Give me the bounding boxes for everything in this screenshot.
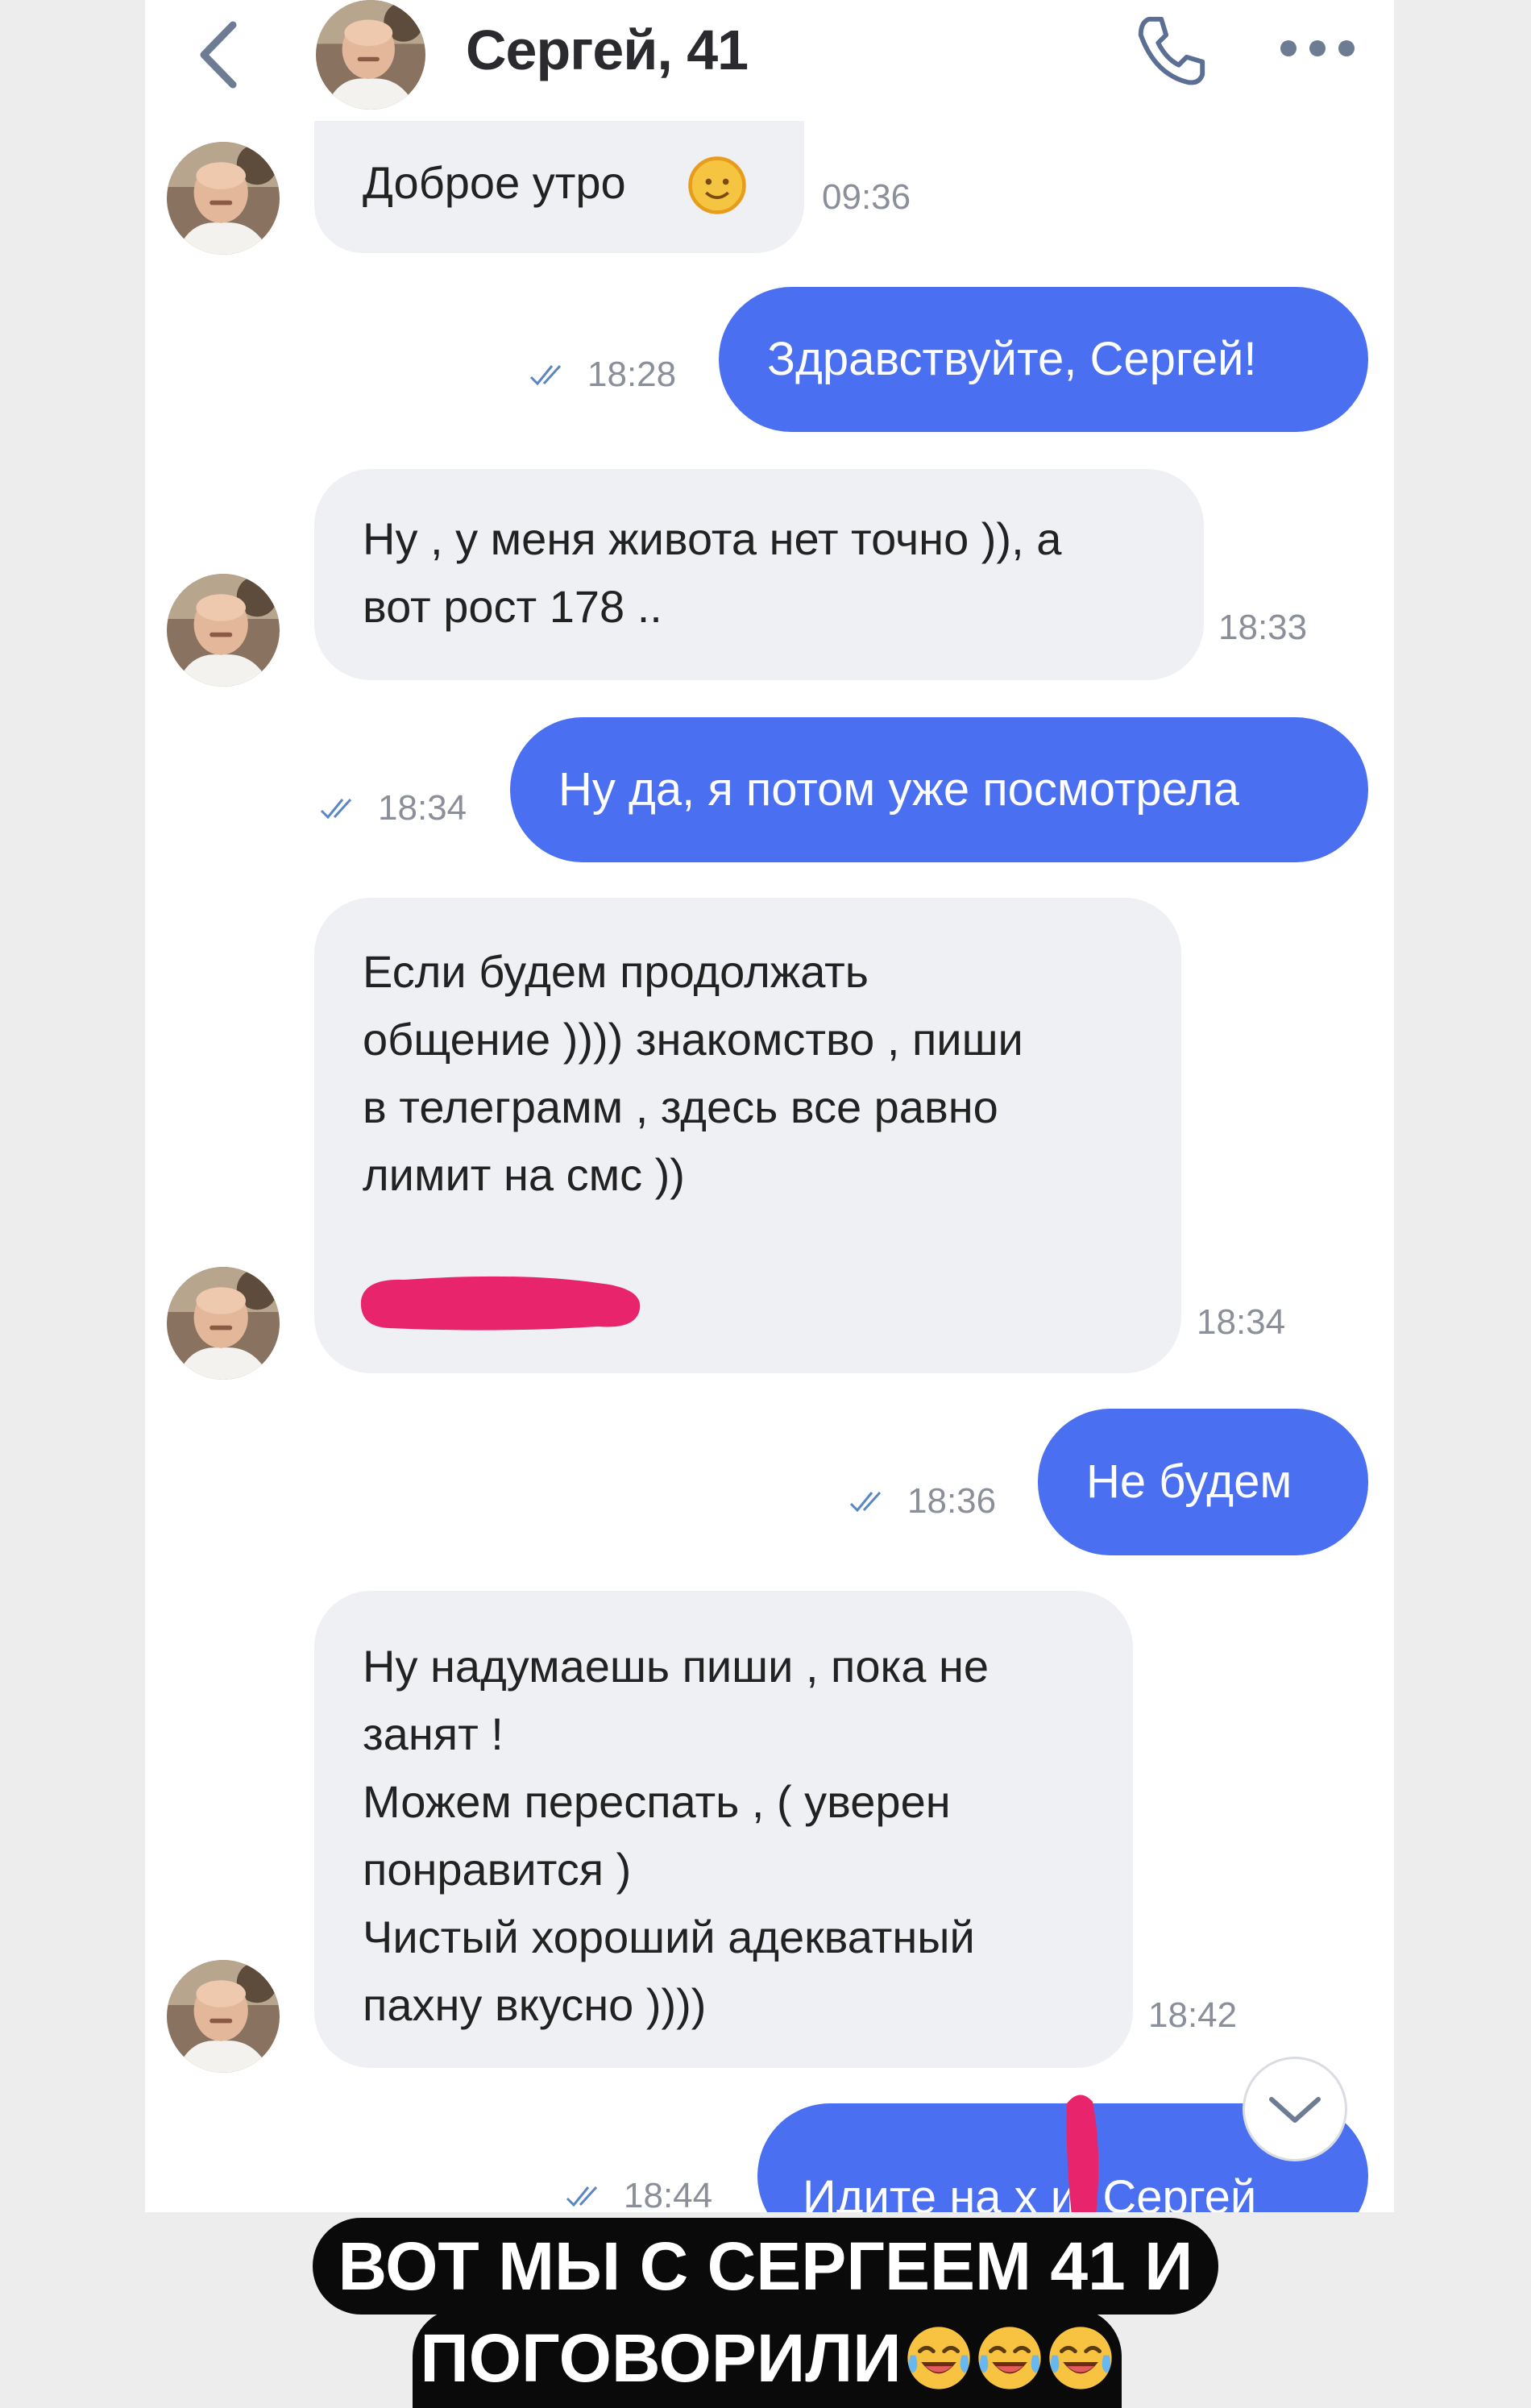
more-horizontal-icon bbox=[1280, 40, 1355, 56]
outgoing-message-bubble[interactable]: Ну да, я потом уже посмотрела bbox=[510, 717, 1368, 862]
more-button[interactable] bbox=[1273, 24, 1362, 73]
message-status: 18:28 bbox=[528, 355, 676, 395]
message-time: 18:44 bbox=[624, 2176, 713, 2212]
tears-of-joy-emoji bbox=[905, 2324, 973, 2392]
redaction-mark bbox=[360, 1276, 641, 1331]
message-time: 18:34 bbox=[1197, 1302, 1286, 1342]
message-text: Ну надумаешь пиши , пока не занят ! Може… bbox=[363, 1641, 990, 2030]
caption-text: ПОГОВОРИЛИ bbox=[420, 2320, 902, 2396]
sender-avatar[interactable] bbox=[167, 1267, 280, 1380]
message-time: 18:28 bbox=[587, 355, 677, 394]
double-check-icon bbox=[528, 363, 576, 387]
sender-avatar[interactable] bbox=[167, 142, 280, 255]
message-text: Если будем продолжать общение )))) знако… bbox=[363, 946, 1023, 1200]
outgoing-message-bubble[interactable]: Не будем bbox=[1038, 1409, 1368, 1555]
tears-of-joy-emoji bbox=[976, 2324, 1043, 2392]
incoming-message-bubble[interactable]: Если будем продолжать общение )))) знако… bbox=[314, 898, 1181, 1373]
message-time: 18:34 bbox=[378, 788, 467, 828]
message-time: 18:36 bbox=[907, 1481, 997, 1521]
sender-avatar[interactable] bbox=[167, 1960, 280, 2073]
incoming-message-bubble[interactable]: Ну надумаешь пиши , пока не занят ! Може… bbox=[314, 1591, 1133, 2068]
contact-name[interactable]: Сергей, 41 bbox=[466, 18, 749, 82]
redaction-mark bbox=[1066, 2095, 1099, 2212]
caption-line-2: ПОГОВОРИЛИ bbox=[413, 2308, 1122, 2408]
scroll-down-button[interactable] bbox=[1243, 2057, 1347, 2161]
message-status: 18:44 bbox=[564, 2176, 712, 2212]
chevron-left-icon bbox=[200, 21, 237, 89]
message-time: 18:42 bbox=[1148, 1995, 1238, 2035]
message-time: 09:36 bbox=[822, 177, 911, 217]
message-text: Не будем bbox=[1086, 1455, 1292, 1508]
incoming-message-bubble[interactable]: Ну , у меня живота нет точно )), а вот р… bbox=[314, 469, 1204, 680]
chevron-down-icon bbox=[1269, 2097, 1321, 2123]
outgoing-message-bubble[interactable]: Здравствуйте, Сергей! bbox=[719, 287, 1368, 432]
sun-face-emoji bbox=[688, 156, 746, 214]
double-check-icon bbox=[318, 796, 367, 820]
contact-avatar[interactable] bbox=[316, 0, 425, 110]
message-text: Ну , у меня живота нет точно )), а вот р… bbox=[363, 513, 1062, 632]
back-button[interactable] bbox=[189, 15, 246, 95]
tears-of-joy-emoji bbox=[1047, 2324, 1114, 2392]
double-check-icon bbox=[564, 2184, 612, 2208]
message-text: Здравствуйте, Сергей! bbox=[767, 333, 1257, 385]
double-check-icon bbox=[848, 1489, 896, 1513]
message-text: Ну да, я потом уже посмотрела bbox=[558, 763, 1239, 816]
message-status: 18:34 bbox=[318, 788, 467, 828]
phone-icon bbox=[1138, 16, 1205, 85]
message-text: Идите на х и, Сергей bbox=[803, 2171, 1257, 2212]
incoming-message-bubble[interactable]: Доброе утро bbox=[314, 121, 804, 253]
message-time: 18:33 bbox=[1218, 608, 1308, 647]
message-text: Доброе утро bbox=[363, 157, 626, 208]
call-button[interactable] bbox=[1126, 6, 1215, 95]
sender-avatar[interactable] bbox=[167, 574, 280, 687]
chat-header: Сергей, 41 bbox=[0, 0, 1531, 121]
message-status: 18:36 bbox=[848, 1481, 996, 1522]
caption-line-1: ВОТ МЫ С СЕРГЕЕМ 41 И bbox=[313, 2218, 1218, 2315]
